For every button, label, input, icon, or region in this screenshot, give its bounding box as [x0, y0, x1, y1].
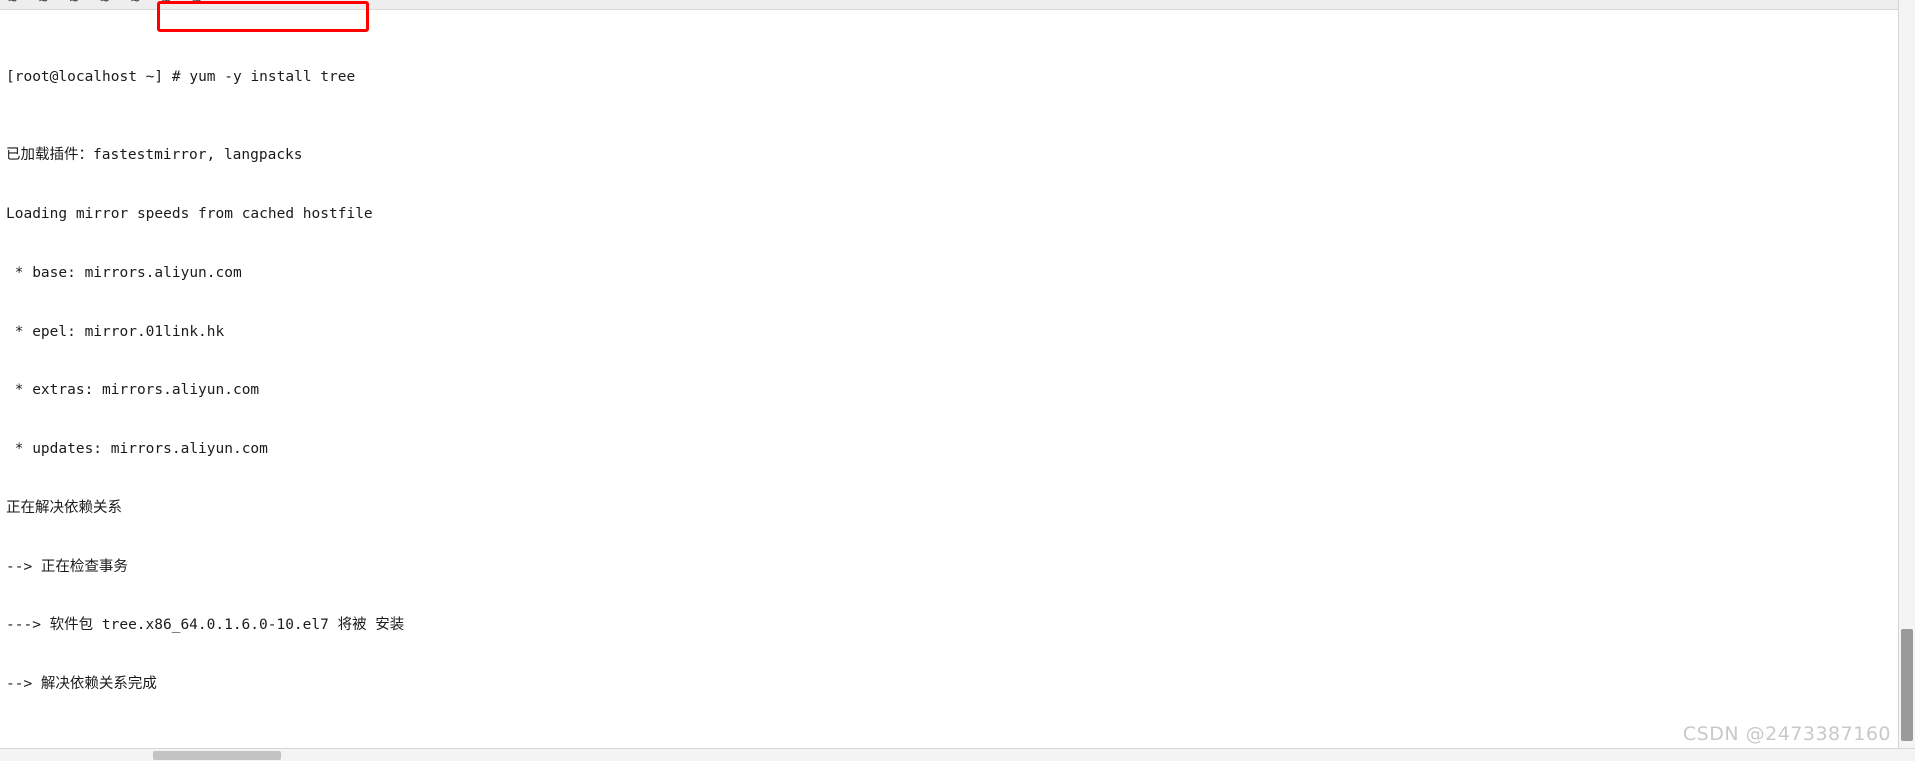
- clipped-previous-line-text: ~ ~ ~ ~ ~ ~ ~: [8, 0, 203, 9]
- mirror-extras: * extras: mirrors.aliyun.com: [6, 382, 260, 399]
- prompt-hash: #: [171, 68, 181, 85]
- prompt-sigil: [163, 69, 172, 85]
- command-line: [root@localhost ~] # yum -y install tree: [6, 68, 1864, 88]
- loading-mirror-line: Loading mirror speeds from cached hostfi…: [6, 205, 373, 222]
- horizontal-scrollbar-thumb[interactable]: [153, 751, 281, 760]
- vertical-scrollbar[interactable]: [1898, 0, 1915, 749]
- terminal-window: ~ ~ ~ ~ ~ ~ ~ [root@localhost ~] # yum -…: [0, 0, 1915, 761]
- mirror-epel: * epel: mirror.01link.hk: [6, 323, 225, 340]
- horizontal-scrollbar[interactable]: [0, 748, 1915, 761]
- plugins-line: 已加载插件：fastestmirror, langpacks: [6, 147, 303, 164]
- mirror-updates: * updates: mirrors.aliyun.com: [6, 441, 268, 458]
- resolving-dependencies: 正在解决依赖关系: [6, 499, 122, 516]
- shell-prompt: [root@localhost ~]: [6, 68, 164, 85]
- watermark: CSDN @2473387160: [1682, 723, 1891, 745]
- dependency-resolution-finished: --> 解决依赖关系完成: [6, 676, 157, 693]
- mirror-base: * base: mirrors.aliyun.com: [6, 264, 242, 281]
- terminal-output-area[interactable]: [root@localhost ~] # yum -y install tree…: [0, 9, 1864, 749]
- package-marked-install: ---> 软件包 tree.x86_64.0.1.6.0-10.el7 将被 安…: [6, 617, 405, 634]
- typed-command: yum -y install tree: [189, 68, 356, 85]
- vertical-scrollbar-thumb[interactable]: [1901, 629, 1913, 741]
- checking-transaction: --> 正在检查事务: [6, 558, 128, 575]
